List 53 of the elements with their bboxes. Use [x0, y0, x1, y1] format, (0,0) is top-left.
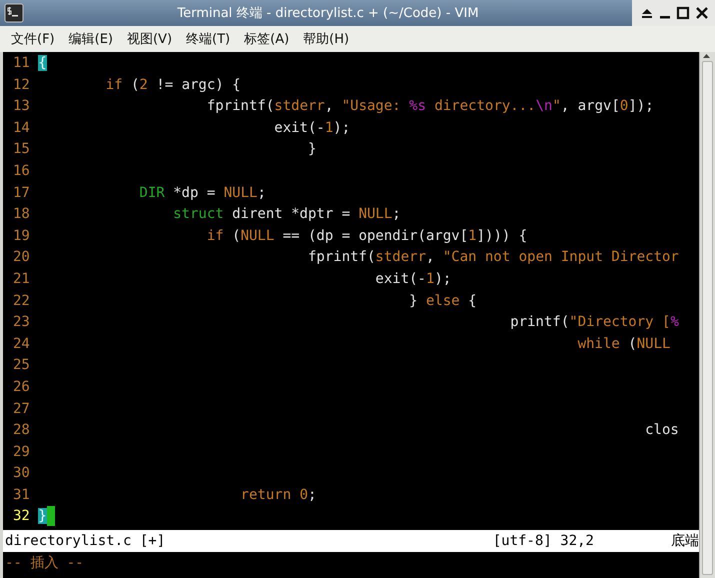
maximize-icon[interactable] — [676, 6, 690, 20]
menu-item[interactable]: 文件(F) — [6, 27, 60, 51]
line-number: 25 — [13, 356, 30, 376]
mode-indicator: -- 插入 -- — [5, 554, 85, 574]
line-number: 14 — [13, 118, 30, 138]
cursor-position: [utf-8] 32,2 — [492, 532, 594, 552]
code-line: exit(-1); — [374, 270, 452, 289]
menu-item[interactable]: 帮助(H) — [298, 27, 354, 51]
menu-item[interactable]: 编辑(E) — [64, 27, 118, 51]
code-line: if (NULL == (dp = opendir(argv[1]))) { — [206, 226, 528, 246]
scroll-position: 底端 — [671, 532, 699, 552]
line-number: 21 — [13, 270, 30, 289]
line-number: 29 — [13, 442, 30, 462]
line-number: 12 — [13, 76, 30, 95]
code-line: } — [306, 140, 316, 160]
line-number: 32 — [13, 507, 30, 526]
code-line: fprintf(stderr, "Usage: %s directory...\n", argv[0]); — [206, 97, 654, 116]
shade-icon[interactable] — [640, 6, 654, 20]
terminal-icon — [4, 3, 24, 23]
line-number: 11 — [13, 54, 30, 73]
code-line: struct dirent *dptr = NULL; — [172, 205, 401, 224]
scrollbar-thumb[interactable] — [702, 61, 713, 575]
line-number: 13 — [13, 97, 30, 116]
line-number: 27 — [13, 400, 30, 418]
code-line: DIR *dp = NULL; — [138, 184, 266, 203]
window-title: Terminal 终端 - directorylist.c + (~/Code) - VIM — [176, 5, 480, 22]
file-name: directorylist.c [+] — [5, 532, 166, 552]
text-cursor — [46, 506, 56, 526]
close-icon[interactable] — [695, 6, 709, 20]
menu-item[interactable]: 视图(V) — [122, 27, 178, 51]
line-number: 20 — [13, 248, 30, 268]
line-number: 17 — [13, 184, 30, 203]
menu-item[interactable]: 终端(T) — [181, 27, 236, 51]
line-number: 18 — [13, 205, 30, 224]
menu-item[interactable]: 标签(A) — [239, 27, 294, 51]
line-number: 19 — [13, 226, 30, 246]
code-line: return 0; — [240, 486, 316, 505]
code-line: if (2 != argc) { — [104, 76, 241, 95]
code-line: while (NULL — [576, 334, 670, 354]
code-line: clos — [644, 421, 679, 440]
line-number: 28 — [13, 421, 30, 440]
line-number: 16 — [13, 162, 30, 181]
line-number: 23 — [13, 313, 30, 332]
line-number: 24 — [13, 334, 30, 354]
code-line: exit(-1); — [273, 118, 350, 138]
code-line: printf("Directory [% — [509, 313, 679, 332]
code-line: } else { — [408, 292, 477, 311]
line-number: 31 — [13, 486, 30, 505]
code-line: fprintf(stderr, "Can not open Input Director — [306, 248, 679, 268]
line-number: 15 — [13, 140, 30, 160]
line-number: 22 — [13, 292, 30, 311]
line-number: 26 — [13, 378, 30, 397]
line-number: 30 — [13, 464, 30, 484]
